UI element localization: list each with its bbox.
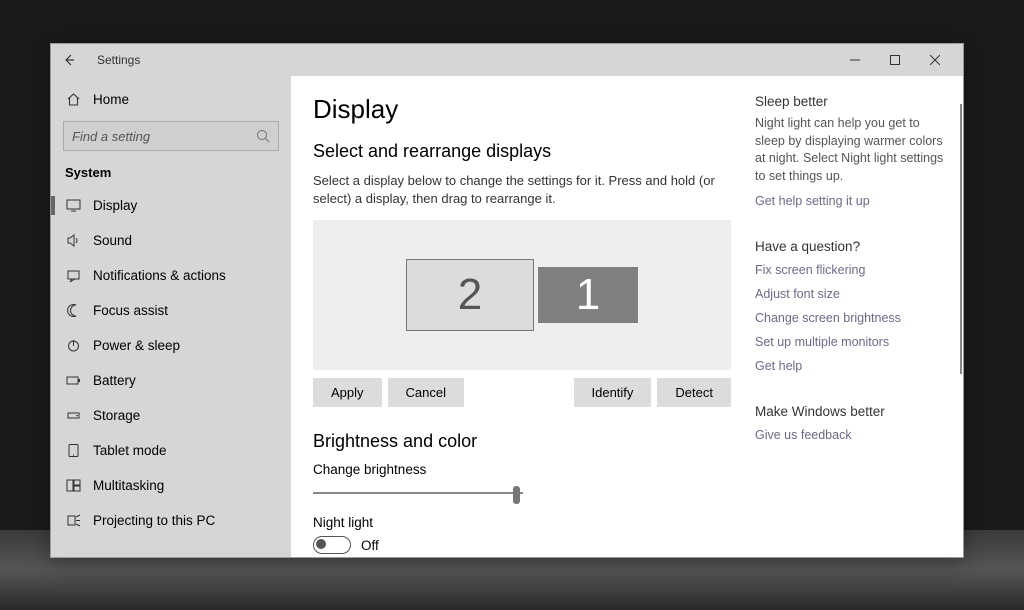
scrollbar[interactable]: [960, 104, 962, 374]
display-1[interactable]: 1: [538, 267, 638, 323]
section-brightness-heading: Brightness and color: [313, 431, 731, 452]
help-rail: Sleep better Night light can help you ge…: [751, 94, 951, 557]
apply-button[interactable]: Apply: [313, 378, 382, 407]
close-button[interactable]: [915, 44, 955, 76]
battery-icon: [65, 373, 81, 388]
close-icon: [930, 55, 940, 65]
change-brightness-label: Change brightness: [313, 462, 731, 477]
slider-track: [313, 492, 523, 494]
sidebar-item-label: Storage: [93, 408, 140, 423]
sidebar-item-label: Tablet mode: [93, 443, 167, 458]
rail-sleep-link[interactable]: Get help setting it up: [755, 191, 951, 211]
sidebar-item-power-sleep[interactable]: Power & sleep: [51, 328, 291, 363]
sidebar-item-label: Projecting to this PC: [93, 513, 215, 528]
main-pane: Display Select and rearrange displays Se…: [291, 76, 963, 557]
sidebar-item-projecting[interactable]: Projecting to this PC: [51, 503, 291, 538]
section-rearrange-desc: Select a display below to change the set…: [313, 172, 731, 208]
sidebar-item-label: Focus assist: [93, 303, 168, 318]
moon-icon: [65, 303, 81, 318]
rail-feedback-link[interactable]: Give us feedback: [755, 425, 951, 445]
brightness-slider[interactable]: [313, 483, 523, 503]
category-label: System: [51, 159, 291, 188]
home-label: Home: [93, 92, 129, 107]
titlebar: Settings: [51, 44, 963, 76]
section-rearrange-heading: Select and rearrange displays: [313, 141, 731, 162]
multitask-icon: [65, 478, 81, 493]
rail-link-flickering[interactable]: Fix screen flickering: [755, 260, 951, 280]
rail-sleep-body: Night light can help you get to sleep by…: [755, 115, 951, 185]
sidebar-item-label: Notifications & actions: [93, 268, 226, 283]
sidebar-item-focus-assist[interactable]: Focus assist: [51, 293, 291, 328]
detect-button[interactable]: Detect: [657, 378, 731, 407]
sidebar-item-label: Battery: [93, 373, 136, 388]
night-light-toggle[interactable]: [313, 536, 351, 554]
sidebar-item-notifications[interactable]: Notifications & actions: [51, 258, 291, 293]
sidebar-item-label: Display: [93, 198, 137, 213]
sidebar: Home System Display Sound Notifications …: [51, 76, 291, 557]
arrow-left-icon: [62, 53, 76, 67]
sidebar-item-multitasking[interactable]: Multitasking: [51, 468, 291, 503]
page-title: Display: [313, 94, 731, 125]
sidebar-item-display[interactable]: Display: [51, 188, 291, 223]
night-light-state: Off: [361, 538, 379, 553]
project-icon: [65, 513, 81, 528]
toggle-knob: [316, 539, 326, 549]
monitor-icon: [65, 198, 81, 213]
sidebar-item-tablet-mode[interactable]: Tablet mode: [51, 433, 291, 468]
rail-link-brightness[interactable]: Change screen brightness: [755, 308, 951, 328]
sidebar-item-label: Power & sleep: [93, 338, 180, 353]
speaker-icon: [65, 233, 81, 248]
display-arranger[interactable]: 2 1: [313, 220, 731, 370]
sidebar-item-storage[interactable]: Storage: [51, 398, 291, 433]
maximize-icon: [890, 55, 900, 65]
search-input[interactable]: [72, 129, 256, 144]
sidebar-item-label: Multitasking: [93, 478, 164, 493]
back-button[interactable]: [59, 53, 79, 67]
rail-question-heading: Have a question?: [755, 239, 951, 254]
home-button[interactable]: Home: [51, 84, 291, 115]
slider-thumb[interactable]: [513, 486, 520, 504]
night-light-label: Night light: [313, 515, 731, 530]
minimize-icon: [850, 55, 860, 65]
storage-icon: [65, 408, 81, 423]
sidebar-item-battery[interactable]: Battery: [51, 363, 291, 398]
window-controls: [835, 44, 955, 76]
display-2[interactable]: 2: [406, 259, 534, 331]
tablet-icon: [65, 443, 81, 458]
rail-link-fontsize[interactable]: Adjust font size: [755, 284, 951, 304]
power-icon: [65, 338, 81, 353]
rail-feedback-heading: Make Windows better: [755, 404, 951, 419]
rail-sleep-heading: Sleep better: [755, 94, 951, 109]
sidebar-item-sound[interactable]: Sound: [51, 223, 291, 258]
search-icon: [256, 129, 270, 143]
window-title: Settings: [97, 53, 140, 67]
minimize-button[interactable]: [835, 44, 875, 76]
identify-button[interactable]: Identify: [574, 378, 652, 407]
notifications-icon: [65, 268, 81, 283]
sidebar-item-label: Sound: [93, 233, 132, 248]
maximize-button[interactable]: [875, 44, 915, 76]
rail-link-monitors[interactable]: Set up multiple monitors: [755, 332, 951, 352]
display-buttons: Apply Cancel Identify Detect: [313, 378, 731, 407]
home-icon: [65, 92, 81, 107]
rail-link-gethelp[interactable]: Get help: [755, 356, 951, 376]
settings-window: Settings Home System Display: [50, 43, 964, 558]
search-box[interactable]: [63, 121, 279, 151]
cancel-button[interactable]: Cancel: [388, 378, 464, 407]
